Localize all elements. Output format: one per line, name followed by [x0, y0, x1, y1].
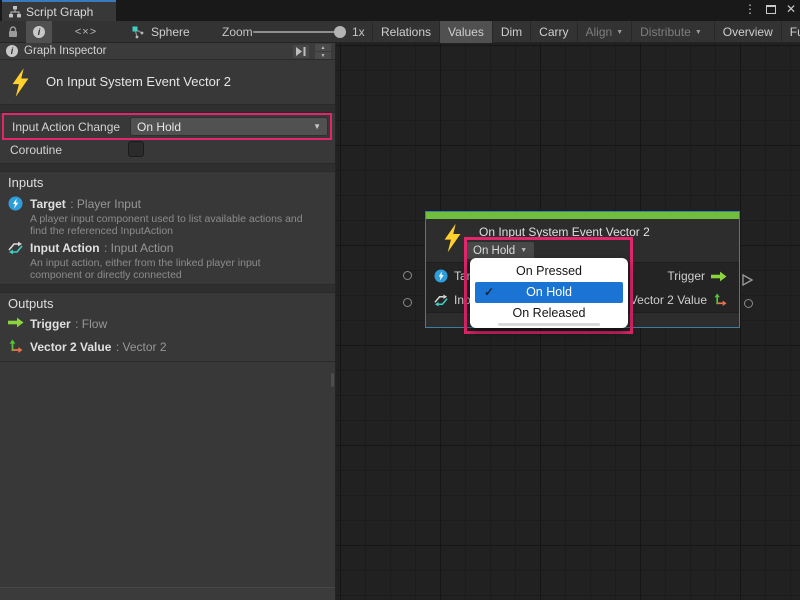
info-icon: i: [33, 26, 45, 38]
code-view-button[interactable]: <×>: [64, 21, 108, 43]
toolbar-button-dim[interactable]: Dim: [492, 21, 530, 43]
chevron-down-icon: ▼: [616, 29, 623, 36]
zoom-label: Zoom: [222, 21, 253, 43]
node-output-port-vector2[interactable]: [744, 299, 753, 308]
input-item-target: Target : Player Input A player input com…: [0, 195, 335, 237]
player-input-icon: [8, 196, 23, 211]
chevron-down-icon: ▼: [313, 122, 321, 131]
event-type-dropdown-menu: On Pressed ✓ On Hold On Released: [470, 258, 628, 328]
vector2-icon: [713, 293, 727, 307]
window-maximize-icon[interactable]: [766, 5, 776, 14]
inspected-node-title-block: On Input System Event Vector 2: [0, 60, 335, 104]
flow-arrow-icon: [8, 317, 23, 332]
zoom-value: 1x: [352, 21, 365, 43]
vector2-icon: [8, 339, 23, 354]
toolbar-button-align[interactable]: Align▼: [577, 21, 632, 43]
chevron-down-icon: ▼: [695, 29, 702, 36]
tab-title: Script Graph: [26, 5, 93, 19]
code-icon: <×>: [75, 26, 97, 38]
inspector-footer: [0, 587, 335, 600]
coroutine-checkbox[interactable]: [128, 141, 144, 157]
zoom-slider-knob[interactable]: [334, 26, 346, 38]
output-item-trigger: Trigger : Flow: [0, 315, 335, 333]
toolbar-button-values[interactable]: Values: [439, 21, 492, 43]
node-input-port-target[interactable]: [403, 271, 412, 280]
node-output-port-trigger[interactable]: [742, 274, 753, 286]
toolbar-button-distribute[interactable]: Distribute▼: [631, 21, 710, 43]
window-close-icon[interactable]: ✕: [786, 2, 796, 16]
lock-icon: [8, 26, 18, 38]
toolbar-button-carry[interactable]: Carry: [530, 21, 576, 43]
graph-name-label: Sphere: [151, 25, 190, 39]
graph-breadcrumb[interactable]: Sphere: [132, 21, 190, 43]
inspector-toggle-button[interactable]: i: [26, 21, 52, 43]
menu-item-on-released[interactable]: On Released: [470, 303, 628, 324]
graph-inspector-panel: i Graph Inspector ▲ ▼ On Input System Ev…: [0, 43, 336, 600]
check-icon: ✓: [484, 282, 494, 303]
info-icon: i: [6, 45, 18, 57]
coroutine-label: Coroutine: [10, 143, 62, 157]
input-item-input-action: Input Action : Input Action An input act…: [0, 239, 335, 281]
section-divider: [0, 284, 335, 293]
divider-line: [0, 361, 335, 362]
menu-scroll-hint: [498, 323, 600, 326]
input-action-desc: An input action, either from the linked …: [30, 257, 335, 281]
graph-canvas[interactable]: On Input System Event Vector 2 On Hold ▼…: [336, 43, 800, 600]
script-graph-icon: [132, 26, 145, 39]
coroutine-row: Coroutine: [0, 141, 335, 161]
toolbar-button-relations[interactable]: Relations: [372, 21, 439, 43]
toolbar-button-fullscreen[interactable]: Full Screen: [781, 21, 800, 43]
dock-panel-icon[interactable]: [293, 45, 309, 58]
input-action-change-dropdown[interactable]: On Hold ▼: [130, 117, 328, 136]
event-bolt-icon: [11, 68, 30, 97]
toolbar: i <×> Sphere Zoom 1x Relations Values Di…: [0, 21, 800, 43]
section-divider: [0, 104, 335, 113]
input-target-desc: A player input component used to list av…: [30, 213, 335, 237]
outputs-heading: Outputs: [8, 296, 54, 311]
event-node-color-strip: [426, 212, 739, 219]
inspector-title: Graph Inspector: [24, 45, 106, 57]
zoom-slider-track[interactable]: [253, 31, 343, 33]
inputs-heading: Inputs: [8, 175, 43, 190]
panel-spinner: ▲ ▼: [315, 44, 331, 59]
flow-arrow-icon: [711, 271, 727, 282]
input-action-change-label: Input Action Change: [12, 120, 120, 134]
input-action-icon: [8, 240, 23, 255]
menu-item-on-pressed[interactable]: On Pressed: [470, 261, 628, 282]
window-menu-icon[interactable]: ⋮: [744, 2, 756, 16]
title-bar: Script Graph ⋮ ✕: [0, 0, 800, 21]
output-item-vector2: Vector 2 Value : Vector 2: [0, 338, 335, 356]
toolbar-button-overview[interactable]: Overview: [714, 21, 781, 43]
inspected-node-title: On Input System Event Vector 2: [46, 74, 231, 89]
tab-script-graph[interactable]: Script Graph: [2, 0, 116, 21]
node-input-port-input-action[interactable]: [403, 298, 412, 307]
inspector-header: i Graph Inspector ▲ ▼: [0, 43, 335, 60]
graph-tab-icon: [9, 6, 21, 18]
input-action-change-row-highlight: Input Action Change On Hold ▼: [2, 113, 332, 140]
spin-up-button[interactable]: ▲: [315, 44, 331, 51]
inspector-scrollbar-thumb[interactable]: [331, 373, 334, 387]
spin-down-button[interactable]: ▼: [315, 52, 331, 59]
lock-button[interactable]: [2, 21, 24, 43]
section-divider: [0, 163, 335, 172]
event-bolt-icon: [443, 223, 462, 253]
menu-item-on-hold[interactable]: ✓ On Hold: [475, 282, 623, 303]
